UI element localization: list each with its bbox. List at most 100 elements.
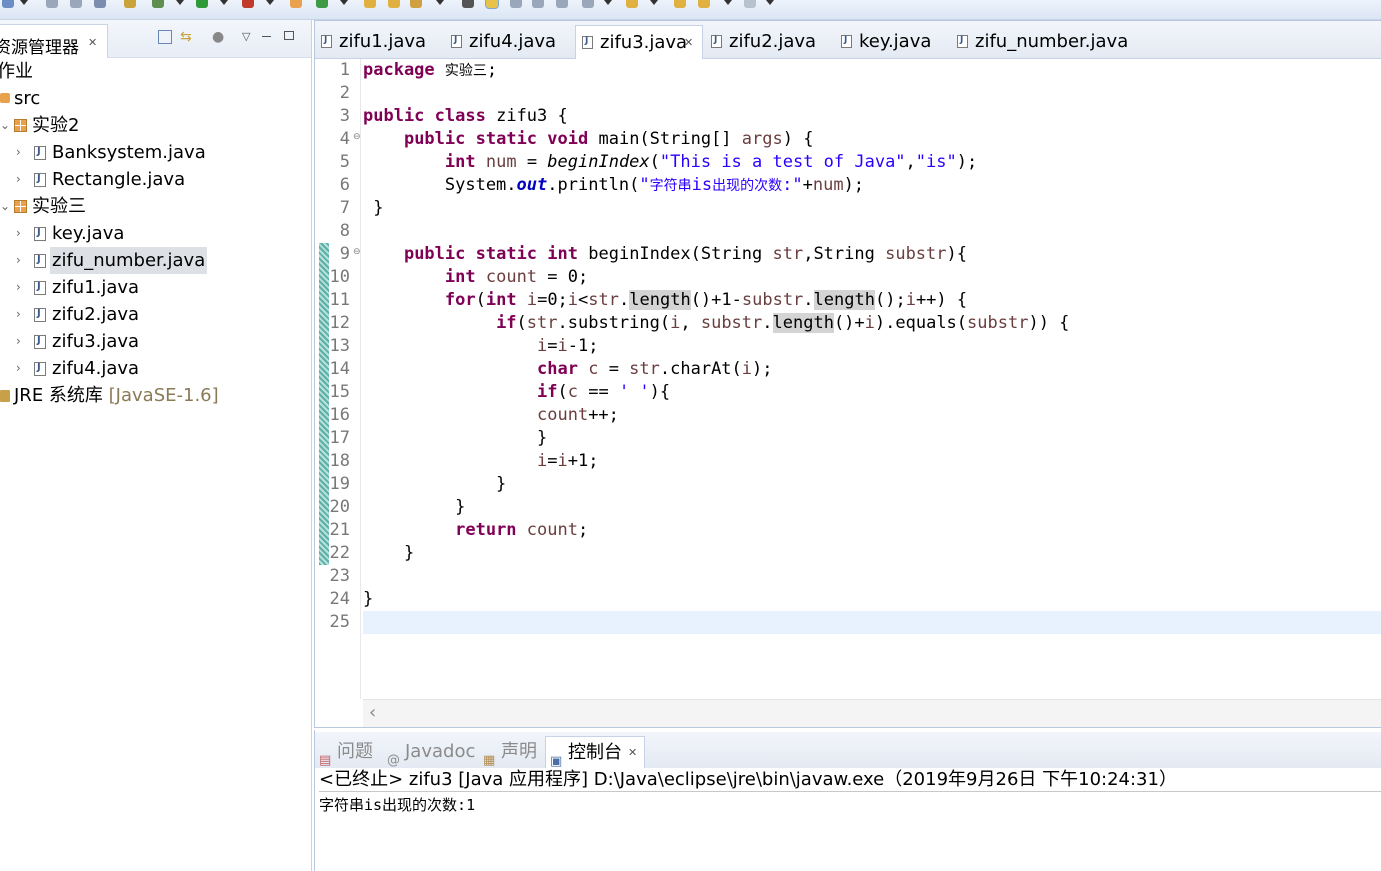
tree-item-library[interactable]: JRE 系统库 [JavaSE-1.6] bbox=[0, 382, 311, 409]
collapsed-chevron-icon[interactable]: › bbox=[16, 220, 21, 247]
tree-item-file[interactable]: › Rectangle.java bbox=[0, 166, 311, 193]
console-output[interactable]: 字符串is出现的次数:1 bbox=[319, 794, 475, 816]
back-history-icon[interactable] bbox=[698, 0, 712, 8]
new-dropdown-icon[interactable] bbox=[20, 0, 28, 5]
collapsed-chevron-icon[interactable]: › bbox=[16, 328, 21, 355]
scroll-left-icon[interactable]: ‹ bbox=[369, 702, 376, 723]
show-whitespace-icon[interactable] bbox=[532, 0, 546, 8]
run-dropdown-icon[interactable] bbox=[220, 0, 228, 5]
new-class-dropdown-icon[interactable] bbox=[340, 0, 348, 5]
explorer-tab[interactable]: 资源管理器 ✕ bbox=[0, 24, 108, 58]
tab-problems[interactable]: ▤ 问题 bbox=[315, 736, 381, 768]
close-icon[interactable]: ✕ bbox=[88, 36, 97, 49]
tree-item-file-selected[interactable]: › zifu_number.java bbox=[0, 247, 311, 274]
collapsed-chevron-icon[interactable]: › bbox=[16, 355, 21, 382]
link-with-editor-icon[interactable]: ⇆ bbox=[180, 30, 194, 44]
tree-item-file[interactable]: › Banksystem.java bbox=[0, 139, 311, 166]
line-number: 13 bbox=[329, 336, 350, 356]
tree-item-file[interactable]: › key.java bbox=[0, 220, 311, 247]
run-icon[interactable] bbox=[196, 0, 210, 8]
tree-item-src[interactable]: src bbox=[0, 85, 311, 112]
new-icon[interactable] bbox=[2, 0, 16, 8]
tab-zifu-number[interactable]: zifu_number.java bbox=[951, 25, 1131, 59]
code-line: for(int i=0;i<str.length()+1-substr.leng… bbox=[444, 290, 968, 310]
collapsed-chevron-icon[interactable]: › bbox=[16, 301, 21, 328]
minimize-icon[interactable] bbox=[262, 36, 271, 37]
save-all-icon[interactable] bbox=[70, 0, 84, 8]
focus-task-icon[interactable]: ● bbox=[212, 30, 226, 44]
code-line: if(c == ' '){ bbox=[537, 382, 671, 402]
toggle-breadcrumb-icon[interactable] bbox=[462, 0, 476, 8]
new-class-icon[interactable] bbox=[316, 0, 330, 8]
block-selection-icon[interactable] bbox=[510, 0, 524, 8]
fold-icon[interactable]: ⊖ bbox=[353, 132, 361, 142]
tab-zifu3[interactable]: zifu3.java ✕ bbox=[575, 25, 703, 59]
tree-item-package[interactable]: ⌄ 实验三 bbox=[0, 193, 311, 220]
tree-item-file[interactable]: › zifu4.java bbox=[0, 355, 311, 382]
tree-item-file[interactable]: › zifu2.java bbox=[0, 301, 311, 328]
line-number: 17 bbox=[329, 428, 350, 448]
tab-key[interactable]: key.java bbox=[835, 25, 951, 59]
code-line: } bbox=[363, 198, 384, 218]
tab-zifu2[interactable]: zifu2.java bbox=[705, 25, 833, 59]
new-package-icon[interactable] bbox=[290, 0, 304, 8]
collapsed-chevron-icon[interactable]: › bbox=[16, 166, 21, 193]
view-menu-icon[interactable]: ▽ bbox=[242, 30, 256, 44]
line-number: 14 bbox=[329, 359, 350, 379]
forward-dropdown-icon[interactable] bbox=[766, 0, 774, 5]
previous-annotation-icon[interactable] bbox=[626, 0, 640, 8]
close-icon[interactable]: ✕ bbox=[684, 26, 693, 60]
open-type-icon[interactable] bbox=[364, 0, 378, 8]
tab-console[interactable]: ▣ 控制台 ✕ bbox=[545, 736, 645, 769]
tab-label: zifu4.java bbox=[469, 31, 557, 52]
line-number: 8 bbox=[339, 221, 350, 241]
tree-item-project[interactable]: 作业 bbox=[0, 58, 311, 85]
horizontal-scrollbar[interactable]: ‹ bbox=[363, 699, 1381, 727]
code-line: i=i+1; bbox=[537, 451, 599, 471]
fold-icon[interactable]: ⊖ bbox=[353, 247, 361, 257]
back-dropdown-icon[interactable] bbox=[724, 0, 732, 5]
code-line: } bbox=[363, 543, 415, 563]
tab-declaration[interactable]: ▦ 声明 bbox=[479, 736, 545, 768]
collapsed-chevron-icon[interactable]: › bbox=[16, 139, 21, 166]
open-task-icon[interactable] bbox=[388, 0, 402, 8]
tab-zifu1[interactable]: zifu1.java bbox=[315, 25, 443, 59]
back-icon[interactable] bbox=[674, 0, 688, 8]
tree-item-package[interactable]: ⌄ 实验2 bbox=[0, 112, 311, 139]
print-icon[interactable] bbox=[94, 0, 108, 8]
editor-gutter bbox=[315, 59, 329, 699]
search-dropdown-icon[interactable] bbox=[436, 0, 444, 5]
tree-item-file[interactable]: › zifu3.java bbox=[0, 328, 311, 355]
collapsed-chevron-icon[interactable]: › bbox=[16, 274, 21, 301]
debug-run-icon[interactable] bbox=[152, 0, 166, 8]
external-tools-dropdown-icon[interactable] bbox=[266, 0, 274, 5]
maximize-icon[interactable] bbox=[284, 31, 294, 40]
debug-icon[interactable] bbox=[124, 0, 138, 8]
close-icon[interactable]: ✕ bbox=[628, 737, 637, 769]
code-line: } bbox=[363, 497, 466, 517]
forward-icon[interactable] bbox=[744, 0, 758, 8]
expanded-chevron-icon[interactable]: ⌄ bbox=[0, 112, 10, 139]
debug-dropdown-icon[interactable] bbox=[176, 0, 184, 5]
code-line: char c = str.charAt(i); bbox=[537, 359, 773, 379]
tree-item-file[interactable]: › zifu1.java bbox=[0, 274, 311, 301]
next-annotation-dropdown-icon[interactable] bbox=[604, 0, 612, 5]
java-file-icon bbox=[34, 335, 46, 349]
tree-item-label: zifu4.java bbox=[52, 358, 140, 379]
next-annotation-icon[interactable] bbox=[582, 0, 596, 8]
collapsed-chevron-icon[interactable]: › bbox=[16, 247, 21, 274]
previous-annotation-dropdown-icon[interactable] bbox=[650, 0, 658, 5]
pin-editor-icon[interactable] bbox=[556, 0, 570, 8]
save-icon[interactable] bbox=[46, 0, 60, 8]
code-text[interactable]: package 实验三; public class zifu3 { public… bbox=[363, 59, 1381, 699]
tree-item-label: zifu1.java bbox=[52, 277, 140, 298]
search-icon[interactable] bbox=[410, 0, 424, 8]
external-tools-icon[interactable] bbox=[242, 0, 256, 8]
code-line: } bbox=[363, 428, 548, 448]
mark-occurrences-icon[interactable] bbox=[485, 0, 500, 9]
tab-javadoc[interactable]: @ Javadoc bbox=[383, 736, 479, 768]
tree-item-label: 作业 bbox=[0, 61, 33, 82]
expanded-chevron-icon[interactable]: ⌄ bbox=[0, 193, 10, 220]
collapse-all-icon[interactable] bbox=[158, 30, 172, 44]
tab-zifu4[interactable]: zifu4.java bbox=[445, 25, 573, 59]
